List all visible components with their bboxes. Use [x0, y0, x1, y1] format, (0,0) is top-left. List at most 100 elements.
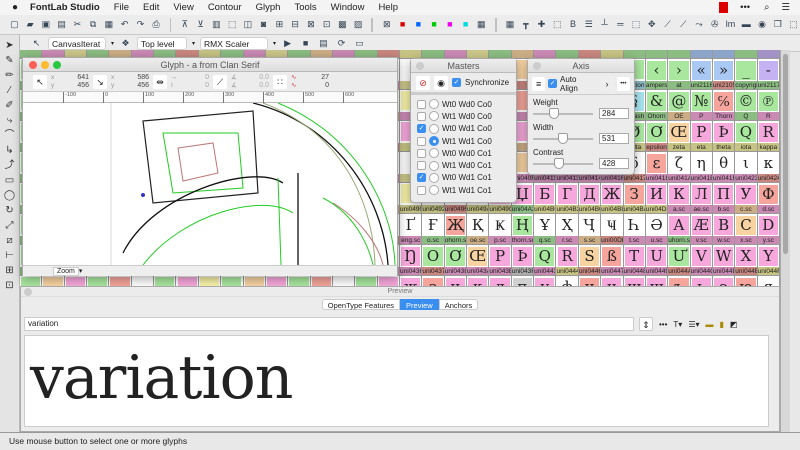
pencil-icon[interactable]: ✏ [3, 69, 17, 82]
glyph-icon[interactable]: ◫ [241, 18, 254, 31]
glyph-cell[interactable]: u.scU [646, 236, 668, 267]
color-red-icon[interactable]: ■ [396, 18, 409, 31]
glyph-cell[interactable]: ThornÞ [713, 112, 735, 143]
glyph-cell[interactable]: thetaθ [713, 143, 735, 174]
glyph-cell[interactable]: s.scS [579, 236, 601, 267]
slider-thumb[interactable] [558, 133, 568, 144]
hook-icon[interactable]: ↳ [3, 144, 17, 157]
glyph-cell[interactable]: uni041BЛ [691, 174, 713, 205]
glyph-cell[interactable]: PP [691, 112, 713, 143]
glyph-cell[interactable]: c.scC [735, 205, 757, 236]
angle-icon[interactable]: ⟋ [213, 75, 227, 89]
zoom-button[interactable] [53, 61, 61, 69]
synchronize-checkbox[interactable]: ✓ [452, 78, 461, 87]
slider-thumb[interactable] [549, 108, 559, 119]
preview-titlebar[interactable]: Preview [21, 287, 779, 297]
glyph-cell[interactable]: « [691, 50, 713, 81]
glyph-cell[interactable]: at@ [668, 81, 690, 112]
glyph-cell[interactable]: thorn.scÞ [512, 236, 534, 267]
close-button[interactable] [416, 62, 424, 70]
code-icon[interactable]: ◙ [257, 18, 270, 31]
glyph-cell[interactable]: copyright© [735, 81, 757, 112]
glyph-cell[interactable]: kappaκ [758, 143, 780, 174]
glyph-cell[interactable]: uni04D8Ә [646, 205, 668, 236]
glyph-cell[interactable]: uni2105℅ [713, 81, 735, 112]
glyph-cell[interactable]: r.scR [556, 236, 578, 267]
master-checkbox[interactable] [417, 100, 426, 109]
knife-icon[interactable]: ⁄ [3, 84, 17, 97]
master-radio[interactable] [429, 185, 439, 195]
level-select[interactable]: Top level [137, 37, 187, 50]
print-icon[interactable]: ⎙ [150, 18, 163, 31]
glyph-cell[interactable]: uni2117℗ [758, 81, 780, 112]
glyph-cell[interactable]: uni0423У [735, 174, 757, 205]
slant-icon[interactable]: ⧄ [3, 234, 17, 247]
stats-icon[interactable]: lm [724, 18, 737, 31]
font-icon[interactable]: T▾ [673, 320, 682, 329]
palette-icon[interactable]: ▨ [352, 18, 365, 31]
chevron-down-icon[interactable]: ▾ [273, 40, 276, 47]
curve-icon[interactable]: ⌒ [3, 129, 17, 142]
classes-icon[interactable]: ⊠ [304, 18, 317, 31]
cut-icon[interactable]: ✂ [71, 18, 84, 31]
glyph-cell[interactable]: uni0496Җ [445, 205, 467, 236]
glyph-cell[interactable]: uni04BAҺ [624, 205, 646, 236]
tt-icon[interactable]: ▩ [336, 18, 349, 31]
more-icon[interactable]: ••• [659, 320, 667, 329]
list-icon[interactable]: ☰ [781, 2, 790, 13]
glyph-cell[interactable]: b.scB [713, 205, 735, 236]
axis-slider[interactable] [533, 138, 593, 140]
auto-align-checkbox[interactable]: ✓ [548, 79, 557, 88]
master-radio[interactable] [429, 136, 439, 146]
zoom-select[interactable]: Zoom [53, 267, 79, 276]
axis-value-input[interactable]: 428 [599, 158, 629, 169]
color-none-icon[interactable]: ⊠ [380, 18, 393, 31]
glyph-window-titlebar[interactable]: Glyph - a from Clan Serif [23, 58, 397, 72]
glyph-cell[interactable]: QQ [735, 112, 757, 143]
glyph-cell[interactable]: uni2116№ [691, 81, 713, 112]
glyph-cell[interactable]: uni00DFß [601, 236, 623, 267]
pointer-tool-icon[interactable]: ↖ [30, 37, 43, 50]
glyph-cell[interactable]: uni04A2Ң [512, 205, 534, 236]
master-item[interactable]: Wt0 Wd0 Co1 [411, 147, 516, 159]
glyph-cell[interactable]: w.scW [713, 236, 735, 267]
glyph-cell[interactable]: uni0416Ж [601, 174, 623, 205]
rotate-icon[interactable]: ↻ [3, 204, 17, 217]
preview-text-input[interactable]: variation [24, 317, 634, 331]
grid-icon[interactable]: ⊟ [289, 18, 302, 31]
glyph-cell[interactable]: zetaζ [668, 143, 690, 174]
preview-icon[interactable]: ⊞ [273, 18, 286, 31]
glyph-cell[interactable]: uni049AҚ [467, 205, 489, 236]
glyph-cell[interactable]: uni041AК [668, 174, 690, 205]
comment-icon[interactable]: ▭ [353, 37, 366, 50]
layers-icon[interactable]: ❖ [119, 37, 132, 50]
glyph-cell[interactable]: OEŒ [668, 112, 690, 143]
color-green-icon[interactable]: ■ [428, 18, 441, 31]
menu-app[interactable]: FontLab Studio [30, 2, 100, 13]
save-icon[interactable]: ▣ [40, 18, 53, 31]
table-icon[interactable]: ▥ [210, 18, 223, 31]
hide-masters-icon[interactable]: ⊘ [416, 76, 430, 90]
lines-icon[interactable]: ☰ [582, 18, 595, 31]
glyph-cell[interactable]: iotaι [735, 143, 757, 174]
bold-frame-icon[interactable]: B [567, 18, 580, 31]
circle-icon[interactable]: ◉ [756, 18, 769, 31]
axis-slider[interactable] [533, 163, 593, 165]
tab-opentype-features[interactable]: OpenType Features [322, 299, 400, 310]
color-cyan-icon[interactable]: ■ [459, 18, 472, 31]
masters-titlebar[interactable]: Masters [411, 59, 516, 73]
master-item[interactable]: ✓Wt0 Wd1 Co0 [411, 123, 516, 135]
chevron-down-icon[interactable]: ▾ [79, 267, 83, 275]
master-item[interactable]: ✓Wt0 Wd1 Co1 [411, 172, 516, 184]
rect-icon[interactable]: ▭ [3, 174, 17, 187]
master-radio[interactable] [429, 111, 439, 121]
glyph-cell[interactable]: y.scY [758, 236, 780, 267]
glyph-cell[interactable]: uni04B8Ҹ [601, 205, 623, 236]
redo-icon[interactable]: ↷ [134, 18, 147, 31]
tt-hint-icon[interactable]: ✇ [708, 18, 721, 31]
master-checkbox[interactable] [417, 112, 426, 121]
glyph-cell[interactable]: epsilonε [646, 143, 668, 174]
menu-help[interactable]: Help [378, 2, 398, 13]
select-icon[interactable]: ⬚ [787, 18, 800, 31]
tab-preview[interactable]: Preview [400, 299, 439, 310]
